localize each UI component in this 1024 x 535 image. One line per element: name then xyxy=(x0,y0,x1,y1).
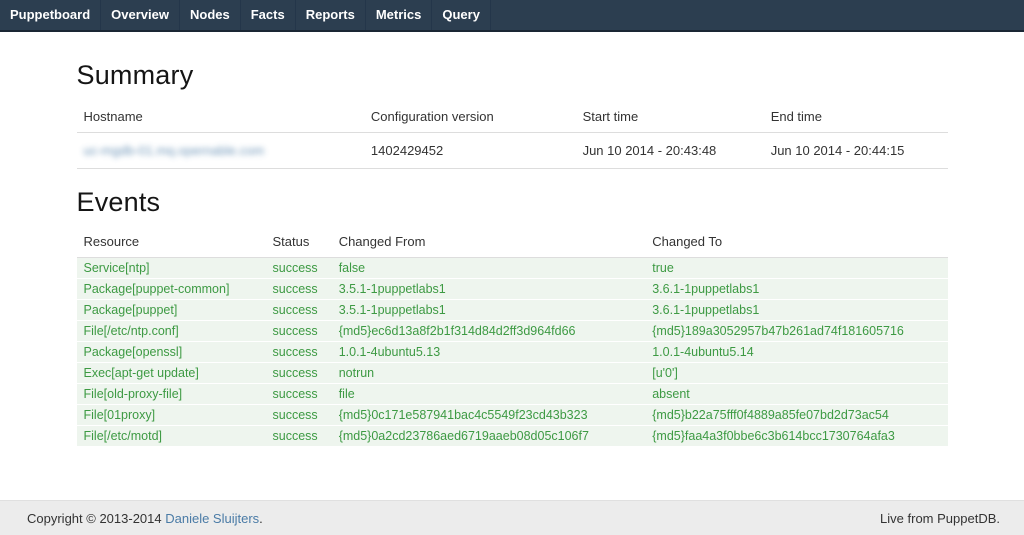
event-changed-to: {md5}faa4a3f0bbe6c3b614bcc1730764afa3 xyxy=(645,426,947,447)
events-table: Resource Status Changed From Changed To … xyxy=(77,224,948,447)
events-col-changed-from: Changed From xyxy=(332,224,646,258)
event-resource: Package[openssl] xyxy=(77,342,266,363)
event-changed-from: {md5}ec6d13a8f2b1f314d84d2ff3d964fd66 xyxy=(332,321,646,342)
nav-brand-puppetboard[interactable]: Puppetboard xyxy=(0,0,101,30)
events-col-resource: Resource xyxy=(77,224,266,258)
event-resource: File[01proxy] xyxy=(77,405,266,426)
footer-copyright-period: . xyxy=(259,511,263,526)
footer-copyright-text: Copyright © 2013-2014 xyxy=(27,511,165,526)
nav-item-query[interactable]: Query xyxy=(432,0,491,30)
event-status: success xyxy=(266,363,332,384)
footer-copyright: Copyright © 2013-2014 Daniele Sluijters. xyxy=(27,511,263,526)
event-resource: Package[puppet] xyxy=(77,300,266,321)
event-changed-to: 1.0.1-4ubuntu5.14 xyxy=(645,342,947,363)
top-navbar: Puppetboard Overview Nodes Facts Reports… xyxy=(0,0,1024,32)
event-changed-from: 3.5.1-1puppetlabs1 xyxy=(332,279,646,300)
event-row: Package[openssl] success 1.0.1-4ubuntu5.… xyxy=(77,342,948,363)
summary-start-time-value: Jun 10 2014 - 20:43:48 xyxy=(576,133,764,169)
nav-item-reports[interactable]: Reports xyxy=(296,0,366,30)
event-changed-from: 1.0.1-4ubuntu5.13 xyxy=(332,342,646,363)
events-col-changed-to: Changed To xyxy=(645,224,947,258)
event-resource: Service[ntp] xyxy=(77,258,266,279)
event-status: success xyxy=(266,426,332,447)
event-resource: File[/etc/motd] xyxy=(77,426,266,447)
event-status: success xyxy=(266,258,332,279)
summary-col-end-time: End time xyxy=(764,99,948,133)
event-row: Service[ntp] success false true xyxy=(77,258,948,279)
footer: Copyright © 2013-2014 Daniele Sluijters.… xyxy=(0,500,1024,535)
event-row: Exec[apt-get update] success notrun [u'0… xyxy=(77,363,948,384)
summary-heading: Summary xyxy=(77,60,948,91)
event-changed-to: 3.6.1-1puppetlabs1 xyxy=(645,300,947,321)
nav-item-nodes[interactable]: Nodes xyxy=(180,0,241,30)
summary-table: Hostname Configuration version Start tim… xyxy=(77,99,948,169)
event-changed-to: [u'0'] xyxy=(645,363,947,384)
main-content: Summary Hostname Configuration version S… xyxy=(77,60,948,447)
event-status: success xyxy=(266,321,332,342)
hostname-link-redacted[interactable]: uc-mgdb-01.mq.opernable.com xyxy=(84,143,265,158)
event-changed-from: {md5}0c171e587941bac4c5549f23cd43b323 xyxy=(332,405,646,426)
event-changed-to: 3.6.1-1puppetlabs1 xyxy=(645,279,947,300)
events-header-row: Resource Status Changed From Changed To xyxy=(77,224,948,258)
event-status: success xyxy=(266,384,332,405)
event-row: Package[puppet] success 3.5.1-1puppetlab… xyxy=(77,300,948,321)
summary-config-version-value: 1402429452 xyxy=(364,133,576,169)
event-resource: File[/etc/ntp.conf] xyxy=(77,321,266,342)
event-row: File[/etc/motd] success {md5}0a2cd23786a… xyxy=(77,426,948,447)
event-resource: Package[puppet-common] xyxy=(77,279,266,300)
summary-col-config-version: Configuration version xyxy=(364,99,576,133)
summary-header-row: Hostname Configuration version Start tim… xyxy=(77,99,948,133)
nav-item-overview[interactable]: Overview xyxy=(101,0,180,30)
event-changed-from: file xyxy=(332,384,646,405)
event-changed-from: false xyxy=(332,258,646,279)
event-resource: Exec[apt-get update] xyxy=(77,363,266,384)
events-heading: Events xyxy=(77,187,948,218)
event-status: success xyxy=(266,342,332,363)
event-status: success xyxy=(266,300,332,321)
event-changed-from: notrun xyxy=(332,363,646,384)
nav-item-metrics[interactable]: Metrics xyxy=(366,0,433,30)
nav-item-facts[interactable]: Facts xyxy=(241,0,296,30)
summary-row: uc-mgdb-01.mq.opernable.com 1402429452 J… xyxy=(77,133,948,169)
summary-col-start-time: Start time xyxy=(576,99,764,133)
footer-author-link[interactable]: Daniele Sluijters xyxy=(165,511,259,526)
event-row: File[/etc/ntp.conf] success {md5}ec6d13a… xyxy=(77,321,948,342)
footer-puppetdb-status: Live from PuppetDB. xyxy=(880,511,1000,526)
summary-end-time-value: Jun 10 2014 - 20:44:15 xyxy=(764,133,948,169)
event-row: File[old-proxy-file] success file absent xyxy=(77,384,948,405)
event-resource: File[old-proxy-file] xyxy=(77,384,266,405)
event-changed-to: {md5}b22a75fff0f4889a85fe07bd2d73ac54 xyxy=(645,405,947,426)
event-row: File[01proxy] success {md5}0c171e587941b… xyxy=(77,405,948,426)
event-changed-from: {md5}0a2cd23786aed6719aaeb08d05c106f7 xyxy=(332,426,646,447)
summary-col-hostname: Hostname xyxy=(77,99,364,133)
event-changed-to: absent xyxy=(645,384,947,405)
events-col-status: Status xyxy=(266,224,332,258)
event-changed-from: 3.5.1-1puppetlabs1 xyxy=(332,300,646,321)
event-changed-to: true xyxy=(645,258,947,279)
event-changed-to: {md5}189a3052957b47b261ad74f181605716 xyxy=(645,321,947,342)
event-row: Package[puppet-common] success 3.5.1-1pu… xyxy=(77,279,948,300)
summary-hostname-cell: uc-mgdb-01.mq.opernable.com xyxy=(77,133,364,169)
event-status: success xyxy=(266,405,332,426)
event-status: success xyxy=(266,279,332,300)
